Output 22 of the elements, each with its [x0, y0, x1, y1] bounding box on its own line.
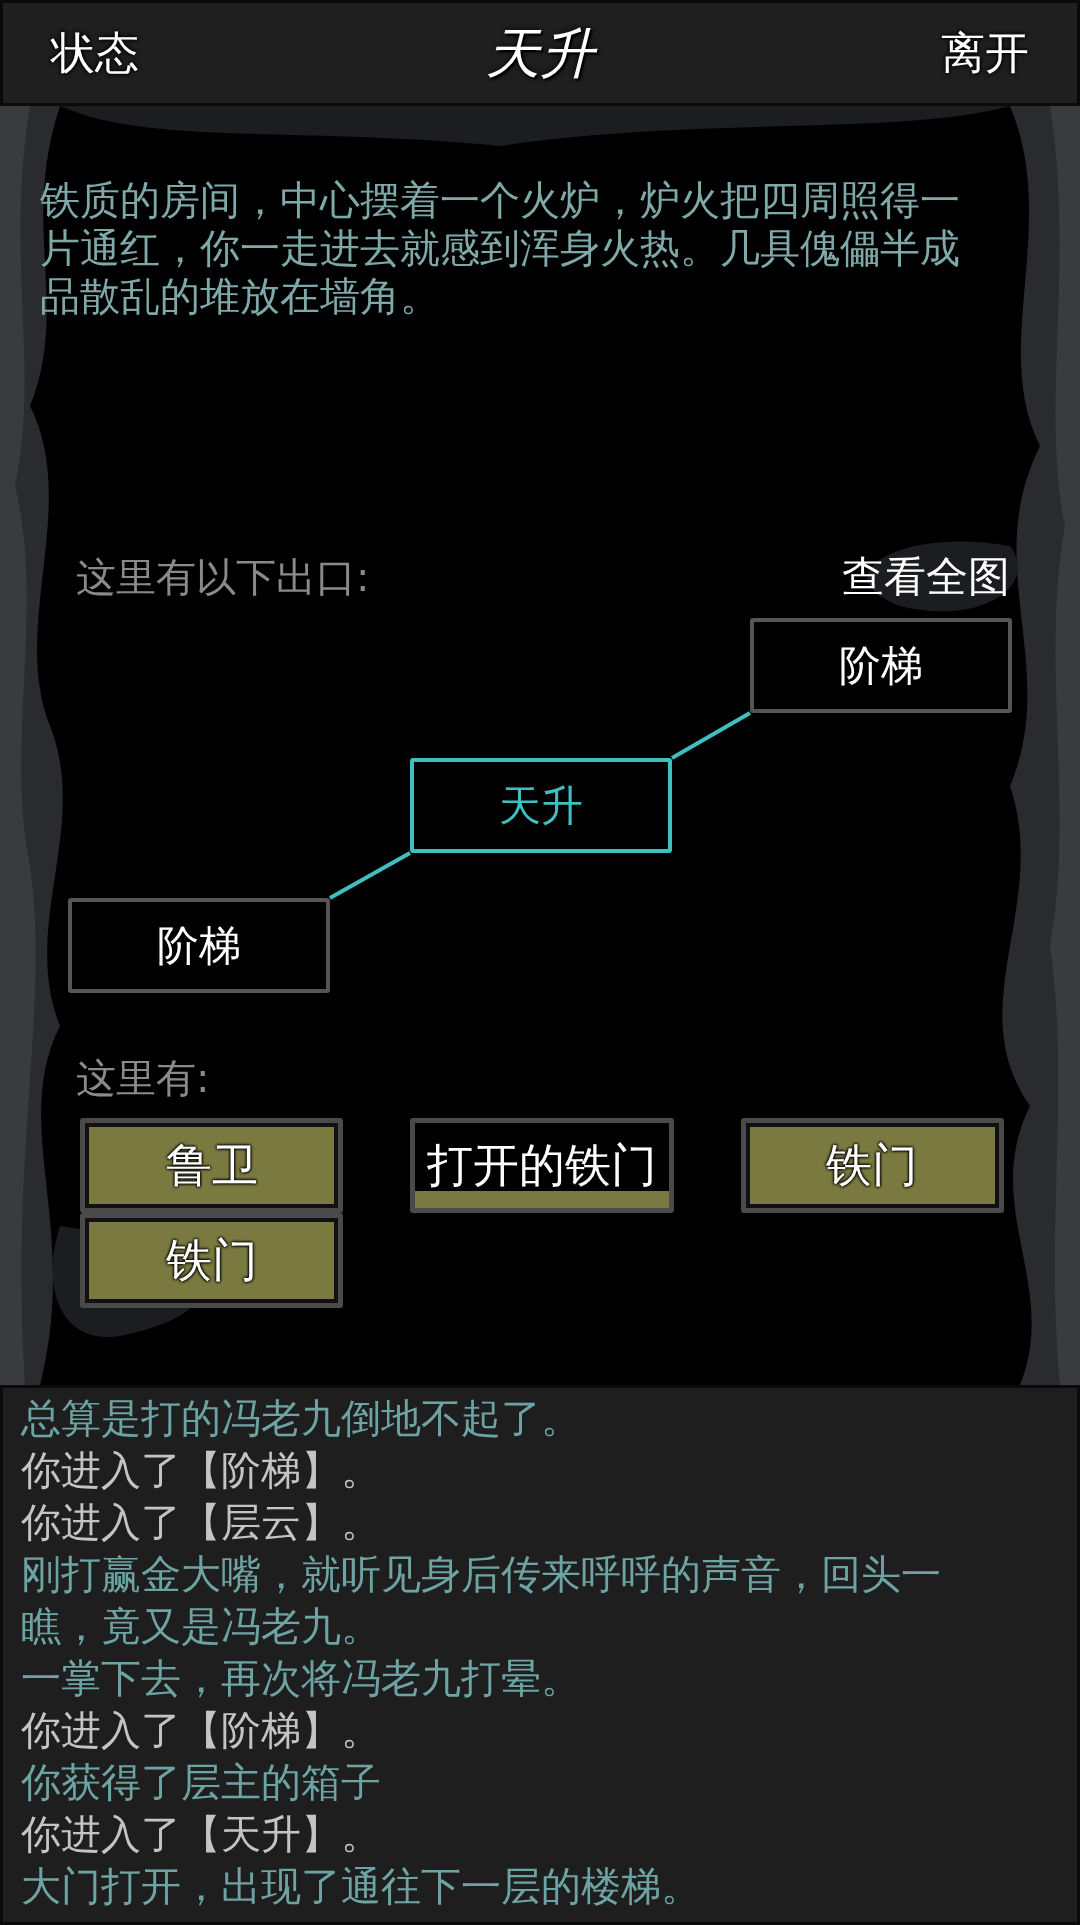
- item-button[interactable]: 鲁卫: [80, 1118, 344, 1213]
- status-button[interactable]: 状态: [51, 20, 139, 86]
- log-message: 你进入了【阶梯】。: [21, 1446, 382, 1495]
- log-message: 一掌下去，再次将冯老九打晕。: [21, 1654, 582, 1703]
- log-message: 你获得了层主的箱子: [21, 1758, 382, 1807]
- leave-button[interactable]: 离开: [941, 20, 1029, 86]
- item-button[interactable]: 打开的铁门: [410, 1118, 674, 1213]
- exits-label: 这里有以下出口:: [76, 552, 370, 602]
- full-map-link[interactable]: 查看全图: [842, 545, 1010, 608]
- log-message: 总算是打的冯老九倒地不起了。: [21, 1394, 582, 1443]
- here-label: 这里有:: [76, 1054, 211, 1103]
- room-description: 铁质的房间，中心摆着一个火炉，炉火把四周照得一片通红，你一走进去就感到浑身火热。几具傀儡半成品散乱的堆放在墙角。: [40, 176, 961, 320]
- log-message: 刚打赢金大嘴，就听见身后传来呼呼的声音，回头一瞧，竟又是冯老九。: [21, 1550, 942, 1651]
- map-room-node[interactable]: 天升: [410, 758, 672, 853]
- log-message: 你进入了【阶梯】。: [21, 1706, 382, 1755]
- log-message: 你进入了【层云】。: [21, 1498, 382, 1547]
- map-room-node[interactable]: 阶梯: [68, 898, 330, 993]
- log-message: 大门打开，出现了通往下一层的楼梯。: [21, 1862, 702, 1911]
- item-button[interactable]: 铁门: [740, 1118, 1004, 1213]
- log-message: 你进入了【天升】。: [21, 1810, 382, 1859]
- item-button[interactable]: 铁门: [80, 1213, 344, 1308]
- map-room-node[interactable]: 阶梯: [750, 618, 1012, 713]
